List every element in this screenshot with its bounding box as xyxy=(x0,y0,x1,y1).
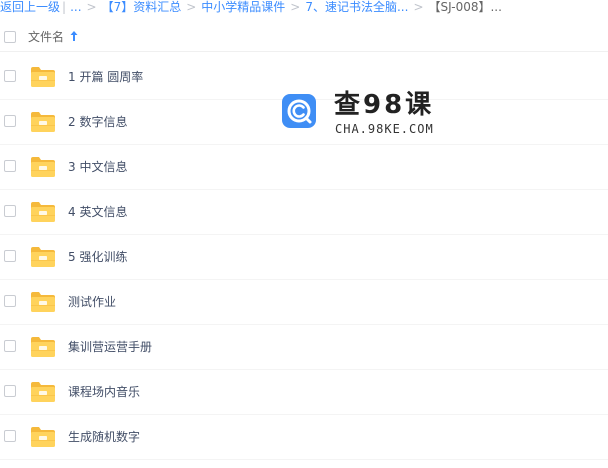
file-name[interactable]: 课程场内音乐 xyxy=(68,384,140,400)
arrow-up-icon[interactable] xyxy=(70,30,78,42)
row-checkbox[interactable] xyxy=(4,430,16,442)
file-row[interactable]: 5 强化训练 xyxy=(0,235,608,280)
file-browser: 返回上一级 | ... > 【7】资料汇总 > 中小学精品课件 > 7、速记书法… xyxy=(0,0,608,468)
breadcrumb-separator: > xyxy=(86,0,97,14)
breadcrumb-item-1[interactable]: 【7】资料汇总 xyxy=(102,0,182,14)
folder-icon xyxy=(31,157,55,177)
folder-icon xyxy=(31,112,55,132)
file-row[interactable]: 测试作业 xyxy=(0,280,608,325)
folder-icon xyxy=(31,382,55,402)
row-checkbox[interactable] xyxy=(4,115,16,127)
row-checkbox[interactable] xyxy=(4,250,16,262)
file-name[interactable]: 1 开篇 圆周率 xyxy=(68,69,143,85)
breadcrumb-separator: > xyxy=(290,0,301,14)
breadcrumb-ellipsis[interactable]: ... xyxy=(70,0,81,14)
folder-icon xyxy=(31,427,55,447)
row-checkbox[interactable] xyxy=(4,205,16,217)
breadcrumb-current: 【SJ-008】... xyxy=(428,0,502,14)
file-name[interactable]: 5 强化训练 xyxy=(68,249,127,265)
breadcrumb-separator: > xyxy=(413,0,424,14)
folder-icon xyxy=(31,292,55,312)
file-name[interactable]: 测试作业 xyxy=(68,294,116,310)
file-row[interactable]: 集训营运营手册 xyxy=(0,325,608,370)
select-all-checkbox[interactable] xyxy=(4,31,16,43)
file-row[interactable]: 4 英文信息 xyxy=(0,190,608,235)
row-checkbox[interactable] xyxy=(4,340,16,352)
breadcrumb-divider: | xyxy=(62,0,67,14)
file-row[interactable]: 1 开篇 圆周率 xyxy=(0,55,608,100)
folder-icon xyxy=(31,202,55,222)
folder-icon xyxy=(31,247,55,267)
file-list: 1 开篇 圆周率 2 数字信息 3 中文信息 4 英文信息 5 强化训练 测试作业集训营运… xyxy=(0,55,608,460)
row-checkbox[interactable] xyxy=(4,160,16,172)
file-row[interactable]: 课程场内音乐 xyxy=(0,370,608,415)
row-checkbox[interactable] xyxy=(4,70,16,82)
file-name[interactable]: 集训营运营手册 xyxy=(68,339,152,355)
file-name[interactable]: 4 英文信息 xyxy=(68,204,127,220)
breadcrumb: 返回上一级 | ... > 【7】资料汇总 > 中小学精品课件 > 7、速记书法… xyxy=(0,0,502,14)
breadcrumb-item-3[interactable]: 7、速记书法全脑... xyxy=(305,0,408,14)
file-row[interactable]: 2 数字信息 xyxy=(0,100,608,145)
row-checkbox[interactable] xyxy=(4,385,16,397)
row-checkbox[interactable] xyxy=(4,295,16,307)
folder-icon xyxy=(31,337,55,357)
file-row[interactable]: 生成随机数字 xyxy=(0,415,608,460)
list-header: 文件名 xyxy=(0,26,608,52)
breadcrumb-back-link[interactable]: 返回上一级 xyxy=(0,0,60,14)
breadcrumb-separator: > xyxy=(186,0,197,14)
column-header-name[interactable]: 文件名 xyxy=(28,29,64,45)
file-name[interactable]: 生成随机数字 xyxy=(68,429,140,445)
file-name[interactable]: 2 数字信息 xyxy=(68,114,127,130)
breadcrumb-item-2[interactable]: 中小学精品课件 xyxy=(201,0,285,14)
folder-icon xyxy=(31,67,55,87)
file-row[interactable]: 3 中文信息 xyxy=(0,145,608,190)
file-name[interactable]: 3 中文信息 xyxy=(68,159,127,175)
